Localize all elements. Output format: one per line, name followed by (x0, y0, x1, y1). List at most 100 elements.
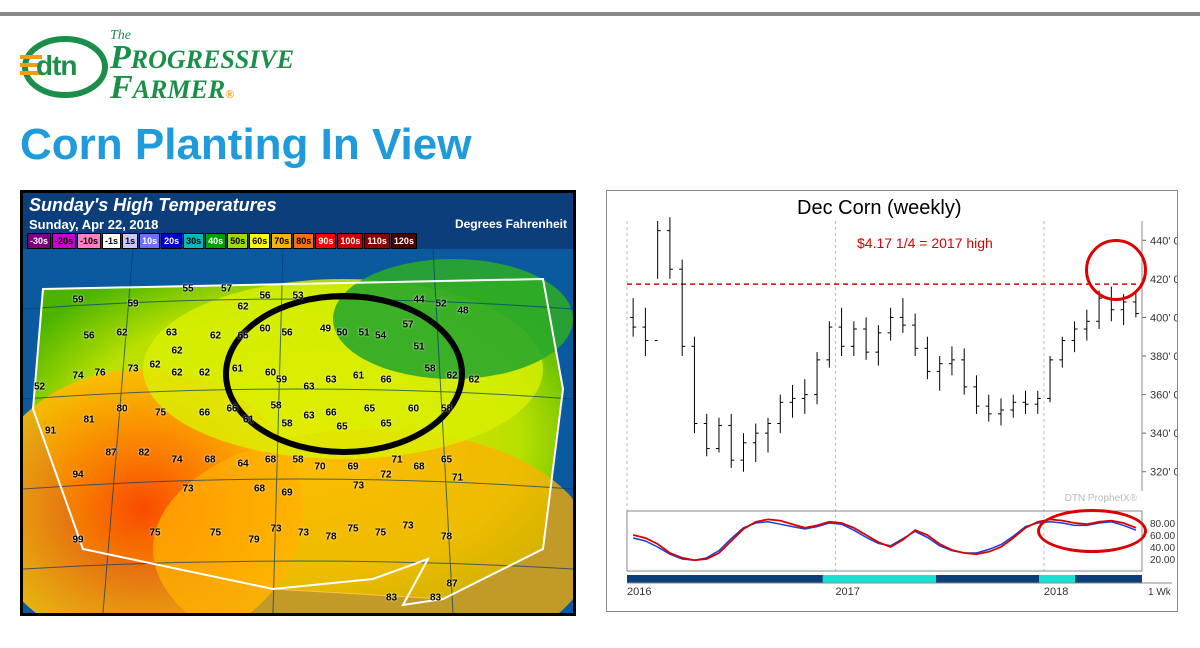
temp-label: 91 (45, 426, 56, 437)
temp-label: 73 (270, 524, 281, 535)
temp-label: 51 (413, 342, 424, 353)
temp-label: 52 (34, 382, 45, 393)
legend-chip: 40s (205, 233, 226, 249)
temp-label: 54 (375, 331, 386, 342)
temp-label: 81 (83, 415, 94, 426)
temp-label: 63 (166, 327, 177, 338)
svg-text:2018: 2018 (1044, 586, 1068, 598)
legend-chip: 90s (315, 233, 336, 249)
temp-label: 61 (243, 415, 254, 426)
svg-text:420' 0: 420' 0 (1150, 274, 1177, 286)
temp-label: 56 (83, 331, 94, 342)
temp-label: 61 (353, 371, 364, 382)
svg-text:1 Wk: 1 Wk (1148, 587, 1172, 598)
legend-chip: 10s (139, 233, 160, 249)
legend-chip: 1s (122, 233, 138, 249)
temp-label: 62 (199, 367, 210, 378)
temp-label: 62 (468, 375, 479, 386)
temp-label: 68 (413, 462, 424, 473)
dtn-wordmark: dtn (36, 50, 77, 82)
temp-label: 65 (441, 455, 452, 466)
temp-label: 66 (380, 375, 391, 386)
temp-label: 73 (353, 480, 364, 491)
temp-label: 76 (94, 367, 105, 378)
map-subtitle: Sunday, Apr 22, 2018 (29, 217, 158, 232)
temp-label: 62 (116, 327, 127, 338)
temp-label: 63 (303, 411, 314, 422)
legend-chip: 120s (391, 233, 417, 249)
temp-label: 44 (413, 294, 424, 305)
temp-label: 74 (171, 455, 182, 466)
temp-label: 69 (281, 487, 292, 498)
price-highlight-circle (1085, 239, 1147, 301)
temp-label: 58 (292, 455, 303, 466)
svg-text:320' 0: 320' 0 (1150, 467, 1177, 479)
temp-label: 71 (391, 455, 402, 466)
legend-chip: 50s (227, 233, 248, 249)
legend-chip: 100s (337, 233, 363, 249)
temp-label: 65 (364, 404, 375, 415)
temp-label: 62 (446, 371, 457, 382)
legend-chip: -1s (102, 233, 121, 249)
temp-label: 57 (221, 284, 232, 295)
svg-text:440' 0: 440' 0 (1150, 235, 1177, 247)
temp-label: 60 (265, 367, 276, 378)
temp-label: 75 (347, 524, 358, 535)
dec-corn-chart: Dec Corn (weekly) 320' 0340' 0360' 0380'… (606, 190, 1178, 612)
temp-label: 75 (149, 527, 160, 538)
temp-label: 94 (72, 469, 83, 480)
brand-logos: dtn The PROGRESSIVE FARMER® (20, 30, 294, 104)
temp-label: 62 (171, 367, 182, 378)
watermark: DTN ProphetX® (1065, 493, 1137, 504)
legend-chip: 60s (249, 233, 270, 249)
temp-label: 59 (276, 375, 287, 386)
temp-label: 62 (210, 331, 221, 342)
svg-text:360' 0: 360' 0 (1150, 390, 1177, 402)
temp-label: 65 (380, 418, 391, 429)
temp-label: 64 (237, 458, 248, 469)
svg-text:2016: 2016 (627, 586, 651, 598)
temp-label: 73 (402, 520, 413, 531)
temp-label: 71 (452, 473, 463, 484)
temp-label: 60 (259, 324, 270, 335)
temp-label: 68 (265, 455, 276, 466)
temp-label: 49 (320, 324, 331, 335)
temp-label: 99 (72, 535, 83, 546)
legend-chip: -10s (77, 233, 101, 249)
temp-label: 68 (254, 484, 265, 495)
temp-label: 60 (408, 404, 419, 415)
dtn-logo: dtn (20, 32, 110, 102)
pf-the: The (110, 30, 294, 43)
temp-label: 87 (446, 578, 457, 589)
temp-label: 75 (375, 527, 386, 538)
pf-line2: FARMER® (110, 73, 294, 104)
temp-label: 83 (386, 593, 397, 604)
chart-title: Dec Corn (weekly) (797, 197, 961, 220)
temp-label: 59 (72, 294, 83, 305)
map-title: Sunday's High Temperatures (29, 195, 277, 216)
temp-label: 51 (358, 327, 369, 338)
pf-line1: PROGRESSIVE (110, 43, 294, 74)
temp-label: 73 (182, 484, 193, 495)
temp-label: 58 (441, 404, 452, 415)
progressive-farmer-logo: The PROGRESSIVE FARMER® (110, 30, 294, 104)
svg-text:80.00: 80.00 (1150, 519, 1175, 530)
temperature-map: Sunday's High Temperatures Sunday, Apr 2… (20, 190, 576, 616)
temp-label: 78 (325, 531, 336, 542)
svg-text:20.00: 20.00 (1150, 555, 1175, 566)
map-header: Sunday's High Temperatures Sunday, Apr 2… (23, 193, 573, 249)
temp-label: 68 (204, 455, 215, 466)
temp-label: 78 (441, 531, 452, 542)
temp-label: 56 (281, 327, 292, 338)
temp-label: 56 (259, 291, 270, 302)
legend-chip: 80s (293, 233, 314, 249)
temp-label: 62 (237, 302, 248, 313)
temp-label: 62 (149, 360, 160, 371)
page-title: Corn Planting In View (20, 120, 471, 170)
temp-label: 61 (232, 364, 243, 375)
temp-label: 75 (210, 527, 221, 538)
oscillator-highlight-circle (1037, 509, 1147, 553)
temp-label: 73 (127, 364, 138, 375)
svg-text:400' 0: 400' 0 (1150, 312, 1177, 324)
temp-label: 74 (72, 371, 83, 382)
